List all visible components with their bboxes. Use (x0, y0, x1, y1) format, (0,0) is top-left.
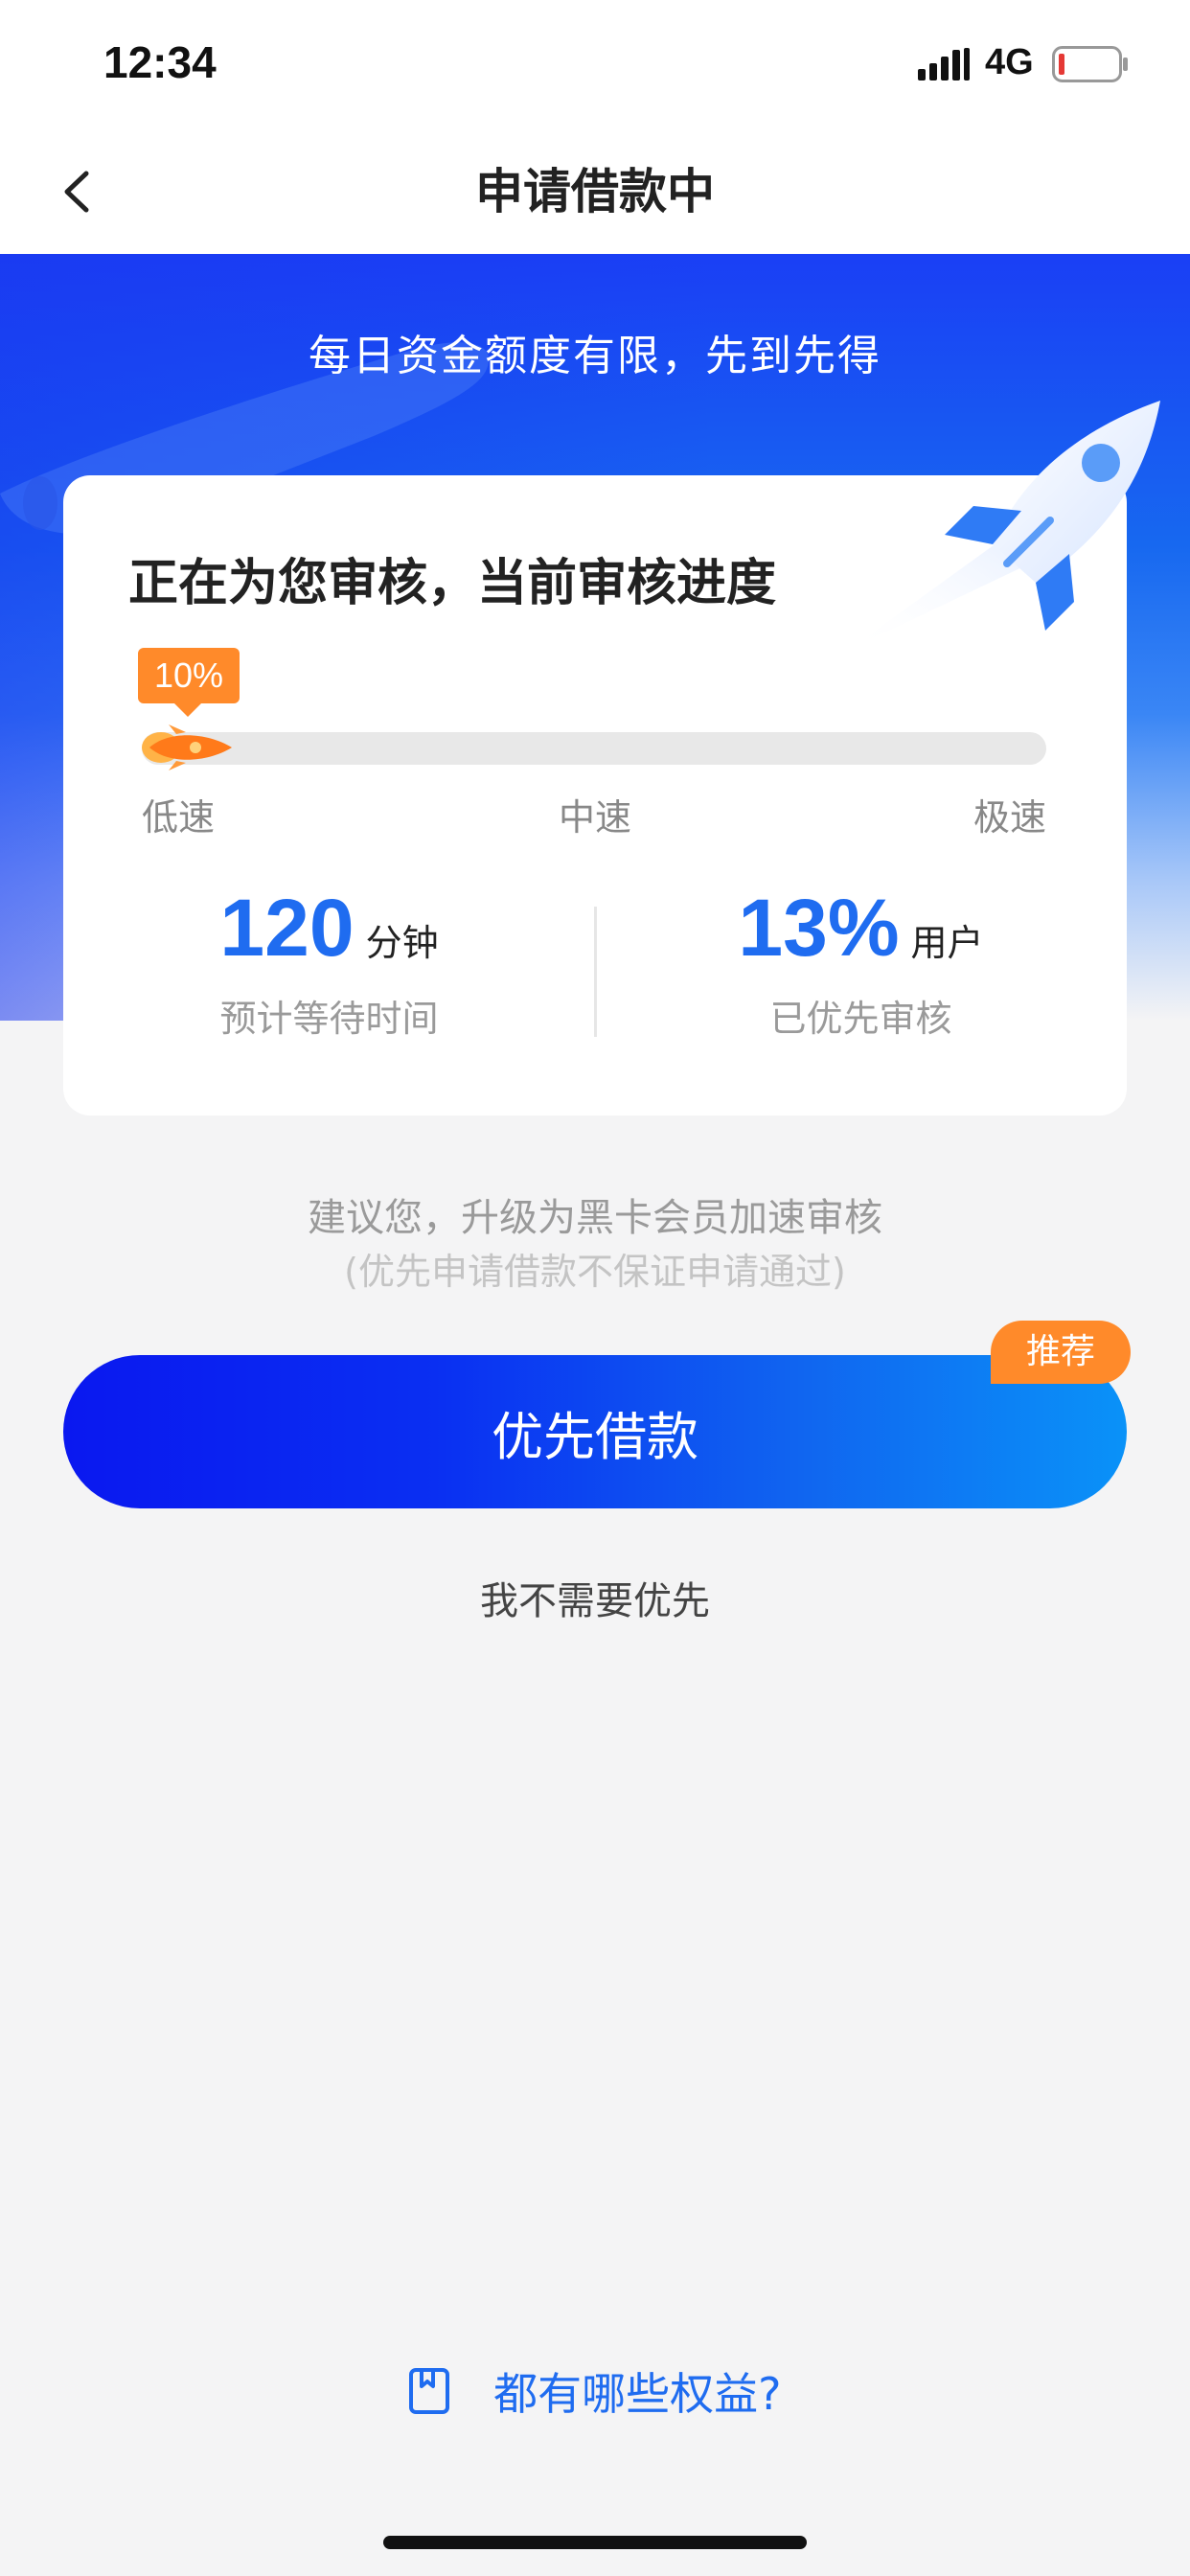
rocket-illustration (849, 401, 1160, 650)
page-title: 申请借款中 (475, 164, 715, 219)
wait-time-value: 120 (219, 883, 355, 973)
hero-slogan: 每日资金额度有限，先到先得 (309, 332, 881, 380)
priority-users-value: 13% (738, 883, 900, 973)
wait-time-caption: 预计等待时间 (219, 998, 439, 1040)
nav-bar: 申请借款中 (0, 129, 1190, 254)
signal-icon (918, 48, 970, 80)
wait-time-unit: 分钟 (365, 922, 439, 964)
status-time: 12:34 (103, 37, 217, 87)
card-title: 正在为您审核，当前审核进度 (128, 555, 777, 612)
battery-icon (1052, 46, 1128, 82)
progress-track (142, 732, 1046, 765)
bookmark-icon (409, 2368, 450, 2414)
speed-mid-label: 中速 (558, 796, 631, 839)
speed-fast-label: 极速 (973, 796, 1046, 839)
skip-priority-link[interactable]: 我不需要优先 (0, 1570, 1190, 1625)
network-label: 4G (985, 42, 1034, 82)
priority-users-caption: 已优先审核 (769, 998, 952, 1040)
benefits-link[interactable]: 都有哪些权益? (0, 2359, 1190, 2423)
priority-loan-button[interactable]: 优先借款 (63, 1355, 1127, 1508)
review-progress-card: 正在为您审核，当前审核进度 10% 低速 中速 极速 120 分钟 预计等待时间 … (63, 401, 1160, 1116)
recommend-badge: 推荐 (991, 1321, 1131, 1384)
rocket-icon (142, 724, 232, 770)
priority-users-stat: 13% 用户 已优先审核 (595, 882, 1127, 1042)
disclaimer-text: (优先申请借款不保证申请通过) (344, 1251, 846, 1293)
benefits-label: 都有哪些权益? (493, 2368, 782, 2420)
status-bar: 12:34 4G (0, 0, 1190, 129)
home-indicator (383, 2536, 807, 2549)
priority-users-unit: 用户 (910, 922, 984, 964)
progress-badge: 10% (138, 648, 240, 717)
suggestion-text: 建议您，升级为黑卡会员加速审核 (308, 1196, 882, 1240)
wait-time-stat: 120 分钟 预计等待时间 (63, 882, 595, 1042)
